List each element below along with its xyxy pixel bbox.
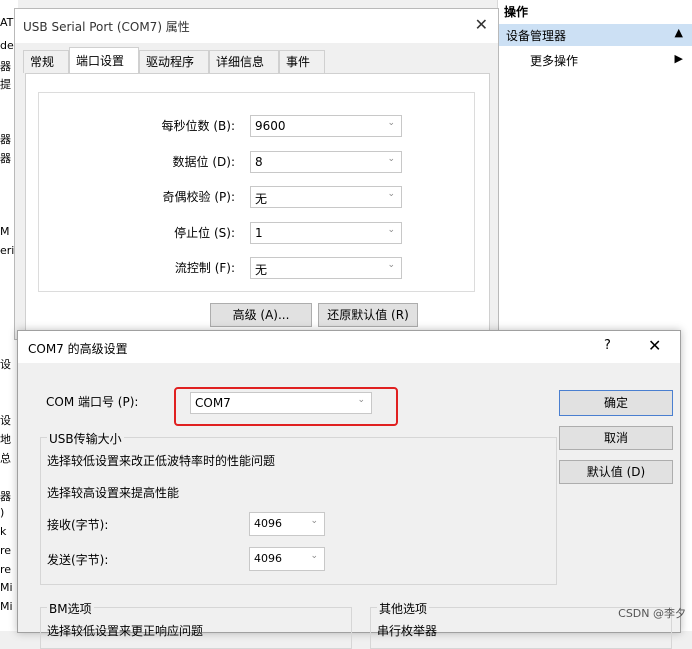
bg-text: 设 — [0, 358, 11, 371]
parity-select[interactable]: 无 ⌄ — [250, 186, 402, 208]
properties-title: USB Serial Port (COM7) 属性 — [23, 20, 190, 34]
ok-button[interactable]: 确定 — [559, 390, 673, 416]
properties-titlebar: USB Serial Port (COM7) 属性 ✕ — [15, 9, 498, 43]
restore-defaults-button[interactable]: 还原默认值 (R) — [318, 303, 418, 327]
chevron-down-icon: ⌄ — [310, 551, 318, 561]
group-legend: USB传输大小 — [47, 430, 124, 447]
baud-rate-label: 每秒位数 (B): — [161, 119, 235, 133]
bg-text: re — [0, 563, 12, 576]
cancel-button[interactable]: 取消 — [559, 426, 673, 450]
tab-events[interactable]: 事件 — [279, 50, 325, 73]
com-port-label: COM 端口号 (P): — [46, 395, 139, 409]
highlight-box — [174, 387, 398, 426]
advanced-titlebar: COM7 的高级设置 ? ✕ — [18, 331, 680, 363]
default-button[interactable]: 默认值 (D) — [559, 460, 673, 484]
usb-transfer-group: USB传输大小 选择较低设置来改正低波特率时的性能问题 选择较高设置来提高性能 … — [40, 430, 557, 585]
chevron-down-icon: ⌄ — [387, 154, 395, 164]
port-settings-group: 每秒位数 (B): 9600 ⌄ 数据位 (D): 8 ⌄ 奇偶校验 (P): … — [38, 92, 475, 292]
chevron-down-icon: ⌄ — [387, 118, 395, 128]
bg-text: 总 — [0, 452, 11, 465]
chevron-down-icon: ⌄ — [387, 189, 395, 199]
parity-label: 奇偶校验 (P): — [162, 190, 235, 204]
collapse-arrow-icon[interactable]: ▲ — [675, 26, 683, 39]
advanced-title: COM7 的高级设置 — [28, 342, 128, 356]
receive-label: 接收(字节): — [47, 518, 109, 532]
bg-text: 设 — [0, 414, 11, 427]
stop-bits-label: 停止位 (S): — [174, 226, 235, 240]
data-bits-label: 数据位 (D): — [172, 155, 235, 169]
more-actions-item[interactable]: 更多操作 — [530, 52, 578, 69]
selected-value: 4096 — [254, 552, 282, 565]
chevron-down-icon: ⌄ — [310, 516, 318, 526]
submenu-arrow-icon: ▶ — [674, 52, 683, 65]
group-legend: 其他选项 — [377, 600, 430, 617]
bg-text: Mi — [0, 600, 13, 613]
section-label: 设备管理器 — [506, 29, 567, 43]
bg-text: Mi — [0, 581, 13, 594]
selected-value: 无 — [255, 263, 268, 277]
actions-header: 操作 — [504, 5, 529, 19]
tab-driver[interactable]: 驱动程序 — [139, 50, 209, 73]
port-settings-page: 每秒位数 (B): 9600 ⌄ 数据位 (D): 8 ⌄ 奇偶校验 (P): … — [25, 73, 490, 345]
data-bits-select[interactable]: 8 ⌄ — [250, 151, 402, 173]
flow-control-select[interactable]: 无 ⌄ — [250, 257, 402, 279]
chevron-down-icon: ⌄ — [387, 260, 395, 270]
flow-control-label: 流控制 (F): — [174, 261, 235, 275]
properties-dialog: USB Serial Port (COM7) 属性 ✕ 常规 端口设置 驱动程序… — [14, 8, 499, 345]
chevron-down-icon: ⌄ — [387, 225, 395, 235]
bg-text: re — [0, 544, 12, 557]
usb-hint-low: 选择较低设置来改正低波特率时的性能问题 — [47, 454, 276, 468]
selected-value: 4096 — [254, 517, 282, 530]
bg-text: k — [0, 525, 7, 538]
send-size-select[interactable]: 4096 ⌄ — [249, 547, 325, 571]
bg-text: 器 — [0, 490, 11, 503]
receive-size-select[interactable]: 4096 ⌄ — [249, 512, 325, 536]
bm-options-group: BM选项 选择较低设置来更正响应问题 — [40, 600, 352, 649]
baud-rate-select[interactable]: 9600 ⌄ — [250, 115, 402, 137]
close-icon[interactable]: ✕ — [648, 336, 661, 355]
help-icon[interactable]: ? — [604, 338, 611, 353]
selected-value: 8 — [255, 155, 263, 169]
tab-port-settings[interactable]: 端口设置 — [69, 47, 139, 74]
advanced-button[interactable]: 高级 (A)... — [210, 303, 312, 327]
selected-value: 9600 — [255, 119, 286, 133]
tab-general[interactable]: 常规 — [23, 50, 69, 73]
group-legend: BM选项 — [47, 600, 94, 617]
bg-text: ) — [0, 506, 5, 519]
tab-details[interactable]: 详细信息 — [209, 50, 279, 73]
stop-bits-select[interactable]: 1 ⌄ — [250, 222, 402, 244]
usb-hint-high: 选择较高设置来提高性能 — [47, 486, 180, 500]
actions-section-device-manager[interactable]: 设备管理器 ▲ — [498, 24, 692, 46]
close-icon[interactable]: ✕ — [475, 15, 488, 34]
selected-value: 1 — [255, 226, 263, 240]
watermark: CSDN @李夕 — [618, 607, 686, 620]
bg-text: 地 — [0, 433, 11, 446]
advanced-settings-dialog: COM7 的高级设置 ? ✕ COM 端口号 (P): COM7 ⌄ USB传输… — [17, 330, 681, 649]
send-label: 发送(字节): — [47, 553, 109, 567]
selected-value: 无 — [255, 192, 268, 206]
